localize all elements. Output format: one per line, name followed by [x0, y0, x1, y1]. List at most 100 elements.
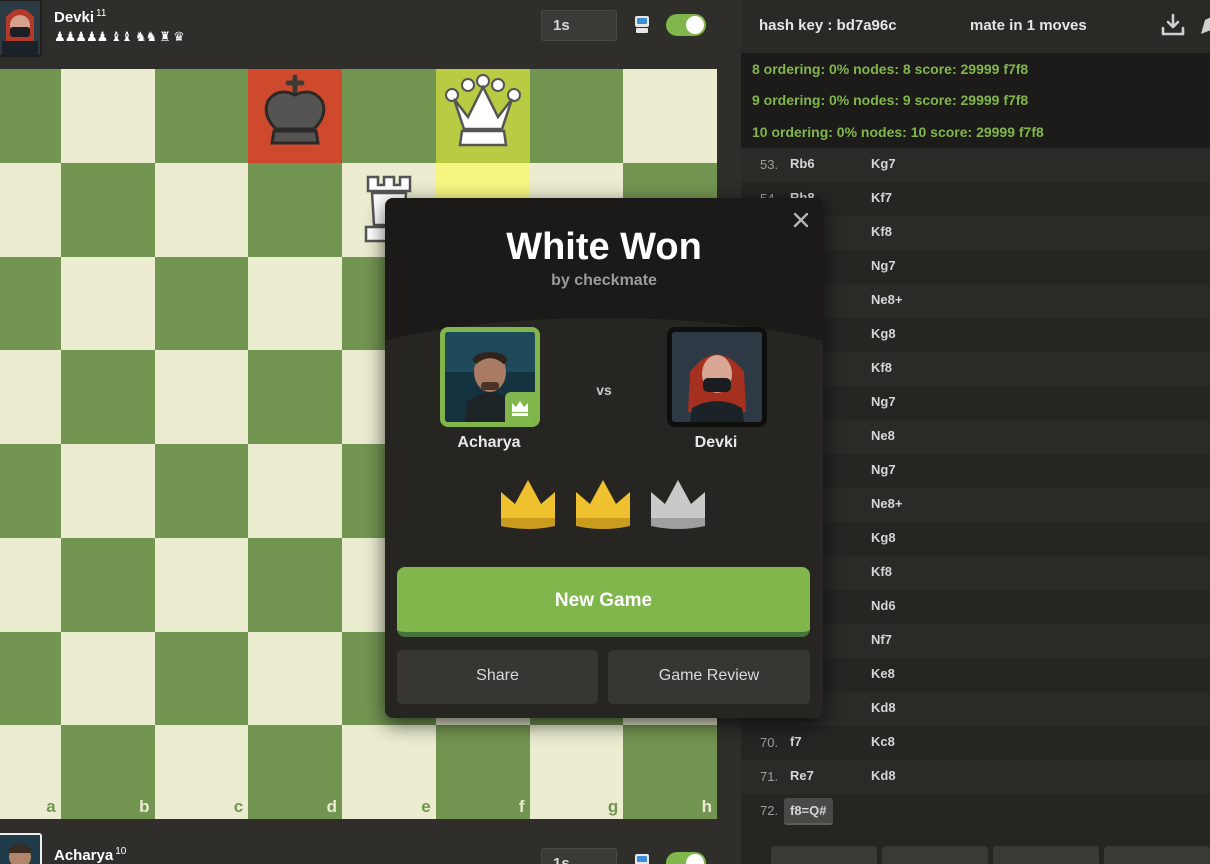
square-d1[interactable]: d	[248, 725, 342, 819]
black-move[interactable]: Kf7	[871, 190, 892, 205]
black-move[interactable]: Nd6	[871, 598, 896, 613]
new-game-button[interactable]: New Game	[397, 567, 810, 637]
edit-icon[interactable]	[1197, 12, 1210, 38]
move-number: 70.	[760, 735, 779, 750]
square-a7[interactable]	[0, 162, 61, 257]
black-move[interactable]: Kf8	[871, 564, 892, 579]
square-h1[interactable]: h	[623, 725, 717, 819]
square-e8[interactable]	[342, 69, 436, 163]
square-b1[interactable]: b	[60, 725, 155, 819]
square-d5[interactable]	[248, 350, 342, 444]
square-h8[interactable]	[623, 69, 717, 163]
square-b5[interactable]	[60, 350, 155, 444]
square-d7[interactable]	[248, 162, 342, 257]
square-c6[interactable]	[154, 256, 249, 351]
square-b3[interactable]	[60, 537, 155, 632]
bottom-player-name[interactable]: Acharya 10	[54, 846, 126, 864]
devki-portrait	[672, 332, 762, 422]
square-b4[interactable]	[60, 444, 155, 538]
black-move[interactable]: Kc8	[871, 734, 895, 749]
square-b2[interactable]	[60, 631, 155, 726]
top-player-avatar[interactable]	[0, 0, 42, 57]
square-a2[interactable]	[0, 631, 61, 726]
square-c8[interactable]	[154, 69, 249, 163]
settings-button[interactable]	[771, 846, 877, 864]
square-b6[interactable]	[60, 256, 155, 351]
share-button[interactable]: Share	[397, 650, 598, 704]
square-a3[interactable]	[0, 537, 61, 632]
engine-toggle[interactable]	[666, 14, 706, 36]
black-move[interactable]: Ne8	[871, 428, 895, 443]
black-move[interactable]: Ke8	[871, 666, 895, 681]
file-label: c	[233, 797, 244, 816]
file-label: d	[326, 797, 337, 816]
black-move[interactable]: Ng7	[871, 462, 896, 477]
square-d4[interactable]	[248, 444, 342, 538]
square-d8[interactable]	[248, 69, 342, 163]
black-move[interactable]: Ng7	[871, 394, 896, 409]
result-title: White Won	[506, 226, 702, 268]
black-move[interactable]: Kf8	[871, 224, 892, 239]
loser-name: Devki	[694, 434, 738, 451]
engine-toggle[interactable]	[666, 852, 706, 864]
white-move[interactable]: Re7	[790, 768, 814, 783]
black-move[interactable]: Ne8+	[871, 496, 902, 511]
square-d2[interactable]	[248, 631, 342, 726]
move-row: 72. f8=Q#	[741, 794, 1210, 828]
black-move[interactable]: Kg8	[871, 326, 896, 341]
square-g1[interactable]: g	[529, 725, 624, 819]
black-move[interactable]: Kf8	[871, 360, 892, 375]
game-review-button[interactable]: Game Review	[608, 650, 810, 704]
black-move[interactable]: Kg7	[871, 156, 896, 171]
square-f1[interactable]: f	[435, 725, 530, 819]
square-c4[interactable]	[154, 444, 249, 538]
white-queen-icon[interactable]	[442, 73, 524, 155]
square-c5[interactable]	[154, 350, 249, 444]
square-b8[interactable]	[60, 69, 155, 163]
robot-icon[interactable]	[632, 852, 652, 864]
black-move[interactable]: Nf7	[871, 632, 892, 647]
square-a1[interactable]: a	[0, 725, 61, 819]
square-f8[interactable]	[435, 69, 530, 163]
square-b7[interactable]	[60, 162, 155, 257]
bottom-player-avatar[interactable]	[0, 833, 42, 864]
white-move[interactable]: Rb6	[790, 156, 815, 171]
square-d3[interactable]	[248, 537, 342, 632]
square-c7[interactable]	[154, 162, 249, 257]
square-c1[interactable]: c	[154, 725, 249, 819]
black-move[interactable]: Kg8	[871, 530, 896, 545]
black-move[interactable]: Kd8	[871, 700, 896, 715]
robot-icon[interactable]	[632, 14, 652, 34]
square-c2[interactable]	[154, 631, 249, 726]
top-player-bar: Devki 11 ♟♟♟♟♟ ♝♝ ♞♞ ♜ ♛ 1s	[0, 0, 741, 64]
loser-avatar	[667, 327, 767, 427]
captured-pieces: ♟♟♟♟♟ ♝♝ ♞♞ ♜ ♛	[54, 30, 185, 45]
top-player-rating: 11	[96, 8, 107, 19]
previous-move-button[interactable]	[882, 846, 988, 864]
square-a8[interactable]	[0, 69, 61, 163]
file-label: a	[46, 797, 56, 816]
square-e1[interactable]: e	[342, 725, 436, 819]
move-row: 53. Rb6 Kg7	[741, 148, 1210, 182]
avatar-devki-image	[0, 1, 40, 55]
black-move[interactable]: Ng7	[871, 258, 896, 273]
square-a5[interactable]	[0, 350, 61, 444]
square-a4[interactable]	[0, 444, 61, 538]
square-d6[interactable]	[248, 256, 342, 351]
black-move[interactable]: Kd8	[871, 768, 896, 783]
move-row: 70. f7 Kc8	[741, 726, 1210, 760]
square-c3[interactable]	[154, 537, 249, 632]
square-g8[interactable]	[529, 69, 624, 163]
black-king-icon[interactable]	[254, 73, 336, 155]
white-move[interactable]: f7	[790, 734, 802, 749]
black-move[interactable]: Ne8+	[871, 292, 902, 307]
white-move[interactable]: f8=Q#	[784, 798, 833, 825]
square-a6[interactable]	[0, 256, 61, 351]
last-move-button[interactable]	[1104, 846, 1210, 864]
gold-crown-icon	[576, 480, 630, 529]
engine-header: hash key : bd7a96c mate in 1 moves	[741, 0, 1210, 53]
top-player-name[interactable]: Devki 11	[54, 8, 106, 26]
next-move-button[interactable]	[993, 846, 1099, 864]
bottom-player-rating: 10	[115, 846, 127, 857]
download-icon[interactable]	[1160, 12, 1186, 38]
